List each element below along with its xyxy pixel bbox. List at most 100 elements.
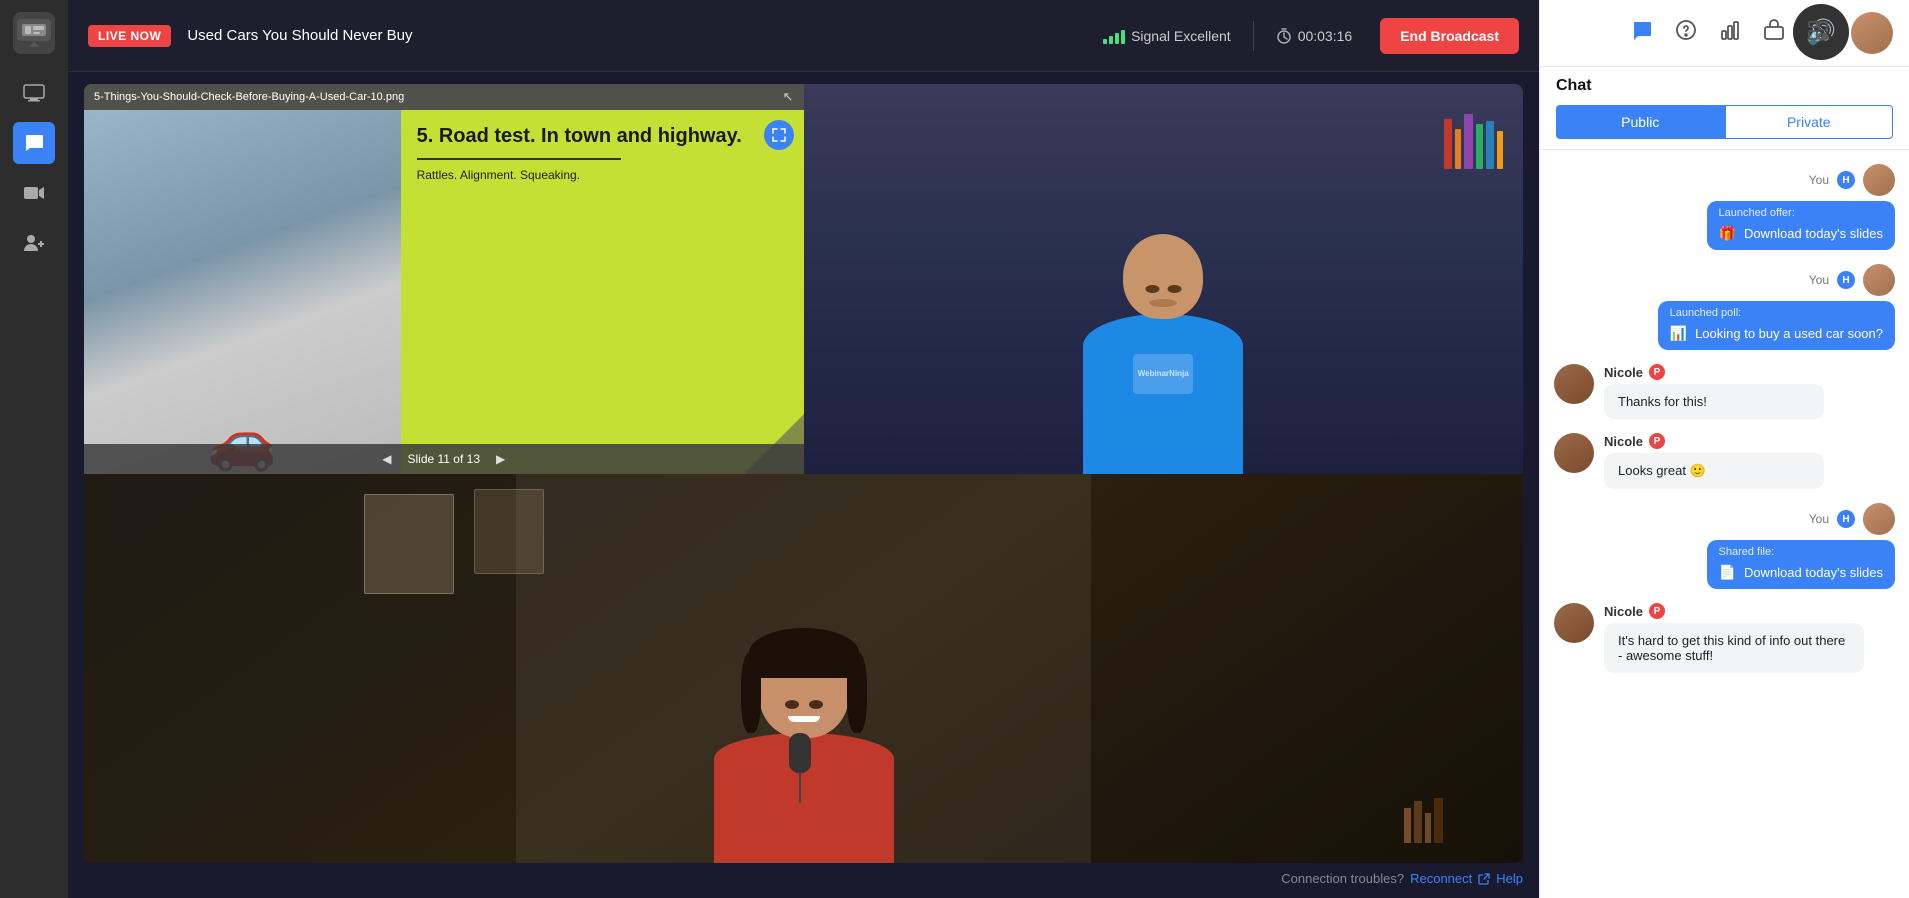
chat-messages: You H Launched offer: 🎁 Download today's… xyxy=(1540,150,1909,898)
msg-poll-label: Launched poll: xyxy=(1658,301,1895,319)
msg-badge-1: H xyxy=(1837,171,1855,189)
header-divider xyxy=(1253,21,1254,51)
sidebar-item-chat[interactable] xyxy=(13,122,55,164)
slide-image-column: 🚗 xyxy=(84,110,401,474)
chat-panel: 🔊 Chat Public xyxy=(1539,0,1909,898)
gift-icon: 🎁 xyxy=(1719,225,1736,242)
nicole-bubble-1: Thanks for this! xyxy=(1604,384,1824,419)
msg-bubble-offer: Launched offer: 🎁 Download today's slide… xyxy=(1707,201,1896,250)
msg-badge-2: H xyxy=(1837,271,1855,289)
nicole-badge-1: P xyxy=(1649,364,1665,380)
slide-counter: Slide 11 of 13 xyxy=(408,452,481,466)
slide-car-visual: 🚗 xyxy=(84,110,401,474)
end-broadcast-button[interactable]: End Broadcast xyxy=(1380,18,1519,54)
nicole-bubble-3: It's hard to get this kind of info out t… xyxy=(1604,623,1864,673)
nicole-name-1: Nicole xyxy=(1604,365,1643,380)
message-4: Nicole P Looks great 🙂 xyxy=(1554,433,1895,489)
chat-top-icons: 🔊 xyxy=(1540,0,1909,67)
nicole-avatar-1 xyxy=(1554,364,1594,404)
slide-body: 🚗 5. Road test. In town and highway. Rat… xyxy=(84,110,804,474)
webinar-title: Used Cars You Should Never Buy xyxy=(187,27,412,44)
settings-nav-icon[interactable] xyxy=(1807,19,1829,47)
message-6: Nicole P It's hard to get this kind of i… xyxy=(1554,603,1895,673)
chat-title: Chat xyxy=(1556,77,1893,95)
nicole-msg-1-content: Nicole P Thanks for this! xyxy=(1604,364,1895,419)
nicole-badge-2: P xyxy=(1649,433,1665,449)
nicole-avatar-3 xyxy=(1554,603,1594,643)
tab-private[interactable]: Private xyxy=(1725,105,1894,139)
nicole-msg-2-content: Nicole P Looks great 🙂 xyxy=(1604,433,1895,489)
main-content: LIVE NOW Used Cars You Should Never Buy … xyxy=(68,0,1539,898)
poll-icon: 📊 xyxy=(1670,325,1687,342)
live-badge: LIVE NOW xyxy=(88,25,171,47)
message-1: You H Launched offer: 🎁 Download today's… xyxy=(1554,164,1895,250)
user-avatar xyxy=(1849,10,1895,56)
msg-bubble-poll: Launched poll: 📊 Looking to buy a used c… xyxy=(1658,301,1895,350)
attendee-video-cell xyxy=(84,474,1523,864)
sidebar-item-video[interactable] xyxy=(13,172,55,214)
connection-trouble-text: Connection troubles? xyxy=(1281,871,1404,886)
logo xyxy=(13,12,55,54)
msg-avatar-3 xyxy=(1863,503,1895,535)
slide-panel: 5-Things-You-Should-Check-Before-Buying-… xyxy=(84,84,804,474)
msg-poll-content: 📊 Looking to buy a used car soon? xyxy=(1658,319,1895,350)
nicole-name-3: Nicole xyxy=(1604,604,1643,619)
slide-step-text: 5. Road test. In town and highway. xyxy=(417,124,788,148)
msg-badge-3: H xyxy=(1837,510,1855,528)
signal-label: Signal Excellent xyxy=(1131,28,1231,44)
questions-nav-icon[interactable] xyxy=(1675,19,1697,47)
nicole-avatar-2 xyxy=(1554,433,1594,473)
message-2: You H Launched poll: 📊 Looking to buy a … xyxy=(1554,264,1895,350)
msg-file-label: Shared file: xyxy=(1707,540,1896,558)
presenter-background: WebinarNinja xyxy=(804,84,1524,474)
attendee-background xyxy=(84,474,1523,864)
msg-file-content: 📄 Download today's slides xyxy=(1707,558,1896,589)
chat-nav-icon[interactable] xyxy=(1631,19,1653,47)
connection-bar: Connection troubles? Reconnect Help xyxy=(68,863,1539,894)
external-link-icon xyxy=(1478,873,1490,885)
msg-offer-label: Launched offer: xyxy=(1707,201,1896,219)
msg-sender-you-1: You xyxy=(1809,173,1829,187)
slide-navigation: ◀ Slide 11 of 13 ▶ xyxy=(84,444,804,474)
help-link[interactable]: Help xyxy=(1496,871,1523,886)
sidebar-item-screen[interactable] xyxy=(13,72,55,114)
timer-icon xyxy=(1276,28,1292,44)
slide-prev-button[interactable]: ◀ xyxy=(382,452,391,466)
slide-next-button[interactable]: ▶ xyxy=(496,452,505,466)
slide-divider xyxy=(417,158,621,160)
tab-public[interactable]: Public xyxy=(1556,105,1725,139)
chat-tabs: Public Private xyxy=(1556,105,1893,139)
timer-info: 00:03:16 xyxy=(1276,28,1353,44)
sidebar xyxy=(0,0,68,898)
message-5: You H Shared file: 📄 Download today's sl… xyxy=(1554,503,1895,589)
header: LIVE NOW Used Cars You Should Never Buy … xyxy=(68,0,1539,72)
slide-expand-button[interactable] xyxy=(764,120,794,150)
chat-header: Chat Public Private xyxy=(1540,67,1909,150)
msg-offer-content: 🎁 Download today's slides xyxy=(1707,219,1896,250)
msg-avatar-2 xyxy=(1863,264,1895,296)
cursor-icon: ↖ xyxy=(783,89,794,105)
nicole-badge-3: P xyxy=(1649,603,1665,619)
nicole-name-2: Nicole xyxy=(1604,434,1643,449)
timer-display: 00:03:16 xyxy=(1298,28,1353,44)
msg-sender-you-3: You xyxy=(1809,512,1829,526)
slide-text-column: 5. Road test. In town and highway. Rattl… xyxy=(401,110,804,474)
slide-note-text: Rattles. Alignment. Squeaking. xyxy=(417,168,788,182)
signal-bars-icon xyxy=(1103,28,1125,44)
slide-filename: 5-Things-You-Should-Check-Before-Buying-… xyxy=(94,91,404,103)
msg-bubble-file: Shared file: 📄 Download today's slides xyxy=(1707,540,1896,589)
offers-nav-icon[interactable] xyxy=(1763,19,1785,47)
reconnect-link[interactable]: Reconnect xyxy=(1410,871,1472,886)
msg-avatar-1 xyxy=(1863,164,1895,196)
presenter-video-cell: WebinarNinja xyxy=(804,84,1524,474)
signal-info: Signal Excellent xyxy=(1103,28,1231,44)
nicole-msg-3-content: Nicole P It's hard to get this kind of i… xyxy=(1604,603,1895,673)
nicole-bubble-2: Looks great 🙂 xyxy=(1604,453,1824,489)
message-3: Nicole P Thanks for this! xyxy=(1554,364,1895,419)
video-grid: 5-Things-You-Should-Check-Before-Buying-… xyxy=(84,84,1523,863)
msg-sender-you-2: You xyxy=(1809,273,1829,287)
sidebar-item-add-user[interactable] xyxy=(13,222,55,264)
file-icon: 📄 xyxy=(1719,564,1736,581)
slide-filename-bar: 5-Things-You-Should-Check-Before-Buying-… xyxy=(84,84,804,110)
analytics-nav-icon[interactable] xyxy=(1719,19,1741,47)
